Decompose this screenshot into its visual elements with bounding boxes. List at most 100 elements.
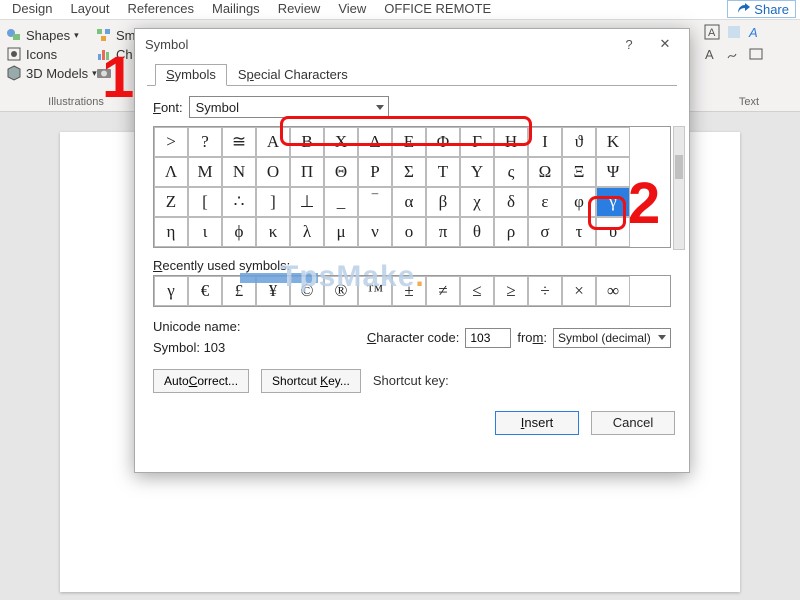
symbol-cell[interactable]: ? xyxy=(188,127,222,157)
tab-symbols[interactable]: Symbols xyxy=(155,64,227,86)
dropcap-icon[interactable]: A xyxy=(704,46,720,62)
symbol-cell[interactable]: μ xyxy=(324,217,358,247)
recent-symbol-cell[interactable]: × xyxy=(562,276,596,306)
symbol-cell[interactable]: π xyxy=(426,217,460,247)
symbol-cell[interactable]: > xyxy=(154,127,188,157)
symbol-cell[interactable]: δ xyxy=(494,187,528,217)
dialog-titlebar[interactable]: Symbol ? ✕ xyxy=(135,29,689,59)
wordart-icon[interactable]: A xyxy=(748,24,764,40)
symbol-cell[interactable]: ο xyxy=(392,217,426,247)
tab-design[interactable]: Design xyxy=(12,0,52,19)
symbol-cell[interactable]: ρ xyxy=(494,217,528,247)
quickparts-icon[interactable] xyxy=(726,24,742,40)
symbol-cell[interactable]: β xyxy=(426,187,460,217)
tab-review[interactable]: Review xyxy=(278,0,321,19)
symbol-cell[interactable]: Χ xyxy=(324,127,358,157)
symbol-cell[interactable]: Ν xyxy=(222,157,256,187)
symbol-cell[interactable]: Υ xyxy=(460,157,494,187)
symbol-cell[interactable]: ν xyxy=(358,217,392,247)
symbol-cell[interactable]: Η xyxy=(494,127,528,157)
symbol-cell[interactable]: Α xyxy=(256,127,290,157)
symbol-cell[interactable]: ‾ xyxy=(358,187,392,217)
symbol-cell[interactable]: Ο xyxy=(256,157,290,187)
recent-symbol-cell[interactable]: γ xyxy=(154,276,188,306)
symbol-cell[interactable]: Φ xyxy=(426,127,460,157)
shortcut-key-button[interactable]: Shortcut Key... xyxy=(261,369,361,393)
symbol-cell[interactable]: γ xyxy=(596,187,630,217)
recent-symbol-cell[interactable]: ¥ xyxy=(256,276,290,306)
symbol-cell[interactable]: Ι xyxy=(528,127,562,157)
tab-view[interactable]: View xyxy=(338,0,366,19)
share-button[interactable]: Share xyxy=(727,0,796,18)
symbol-cell[interactable]: _ xyxy=(324,187,358,217)
symbol-cell[interactable]: κ xyxy=(256,217,290,247)
symbol-cell[interactable]: ≅ xyxy=(222,127,256,157)
recent-symbol-cell[interactable]: £ xyxy=(222,276,256,306)
symbol-cell[interactable]: Κ xyxy=(596,127,630,157)
symbol-cell[interactable]: Ω xyxy=(528,157,562,187)
from-select[interactable]: Symbol (decimal) xyxy=(553,328,671,348)
symbol-cell[interactable]: Ζ xyxy=(154,187,188,217)
recent-symbol-cell[interactable]: ≤ xyxy=(460,276,494,306)
symbol-cell[interactable]: α xyxy=(392,187,426,217)
recent-symbol-cell[interactable]: ± xyxy=(392,276,426,306)
signature-icon[interactable] xyxy=(726,46,742,62)
autocorrect-button[interactable]: AutoCorrect... xyxy=(153,369,249,393)
symbol-grid[interactable]: >?≅ΑΒΧΔΕΦΓΗΙϑΚ ΛΜΝΟΠΘΡΣΤΥςΩΞΨ Ζ[∴]⊥_‾αβχδε… xyxy=(153,126,671,248)
cancel-button[interactable]: Cancel xyxy=(591,411,675,435)
recent-symbol-cell[interactable]: ∞ xyxy=(596,276,630,306)
insert-button[interactable]: Insert xyxy=(495,411,579,435)
symbol-cell[interactable]: Σ xyxy=(392,157,426,187)
symbol-cell[interactable]: υ xyxy=(596,217,630,247)
symbol-cell[interactable]: χ xyxy=(460,187,494,217)
recent-symbol-cell[interactable]: ÷ xyxy=(528,276,562,306)
symbol-cell[interactable]: τ xyxy=(562,217,596,247)
symbol-cell[interactable]: λ xyxy=(290,217,324,247)
symbol-cell[interactable]: ι xyxy=(188,217,222,247)
close-button[interactable]: ✕ xyxy=(647,30,683,58)
symbol-cell[interactable]: Τ xyxy=(426,157,460,187)
font-select[interactable]: Symbol xyxy=(189,96,389,118)
recent-symbol-cell[interactable]: ≠ xyxy=(426,276,460,306)
symbol-cell[interactable]: Π xyxy=(290,157,324,187)
symbol-cell[interactable]: Ψ xyxy=(596,157,630,187)
scrollbar-thumb[interactable] xyxy=(675,155,683,179)
symbol-cell[interactable]: Θ xyxy=(324,157,358,187)
help-button[interactable]: ? xyxy=(611,30,647,58)
grid-scrollbar[interactable] xyxy=(673,126,685,250)
symbol-cell[interactable]: ϑ xyxy=(562,127,596,157)
symbol-cell[interactable]: Ρ xyxy=(358,157,392,187)
symbol-cell[interactable]: ε xyxy=(528,187,562,217)
symbol-cell[interactable]: Ε xyxy=(392,127,426,157)
symbol-cell[interactable]: Λ xyxy=(154,157,188,187)
tab-references[interactable]: References xyxy=(128,0,194,19)
recent-symbol-cell[interactable]: € xyxy=(188,276,222,306)
recent-symbols-grid[interactable]: γ€£¥©®™±≠≤≥÷×∞ xyxy=(153,275,671,307)
symbol-cell[interactable]: Μ xyxy=(188,157,222,187)
tab-layout[interactable]: Layout xyxy=(70,0,109,19)
recent-symbol-cell[interactable]: ™ xyxy=(358,276,392,306)
recent-symbol-cell[interactable]: © xyxy=(290,276,324,306)
symbol-cell[interactable]: ] xyxy=(256,187,290,217)
symbol-cell[interactable]: ⊥ xyxy=(290,187,324,217)
recent-symbol-cell[interactable]: ® xyxy=(324,276,358,306)
symbol-cell[interactable]: Ξ xyxy=(562,157,596,187)
tab-office-remote[interactable]: OFFICE REMOTE xyxy=(384,0,491,19)
symbol-cell[interactable]: ∴ xyxy=(222,187,256,217)
symbol-cell[interactable]: φ xyxy=(562,187,596,217)
symbol-cell[interactable]: Β xyxy=(290,127,324,157)
textbox-icon[interactable]: A xyxy=(704,24,720,40)
symbol-cell[interactable]: θ xyxy=(460,217,494,247)
character-code-input[interactable] xyxy=(465,328,511,348)
symbol-cell[interactable]: ς xyxy=(494,157,528,187)
symbol-cell[interactable]: σ xyxy=(528,217,562,247)
symbol-cell[interactable]: Δ xyxy=(358,127,392,157)
symbol-cell[interactable]: [ xyxy=(188,187,222,217)
symbol-cell[interactable]: η xyxy=(154,217,188,247)
symbol-cell[interactable]: ϕ xyxy=(222,217,256,247)
symbol-cell[interactable]: Γ xyxy=(460,127,494,157)
recent-symbol-cell[interactable]: ≥ xyxy=(494,276,528,306)
object-icon[interactable] xyxy=(748,46,764,62)
tab-special-characters[interactable]: Special Characters xyxy=(227,64,359,86)
tab-mailings[interactable]: Mailings xyxy=(212,0,260,19)
